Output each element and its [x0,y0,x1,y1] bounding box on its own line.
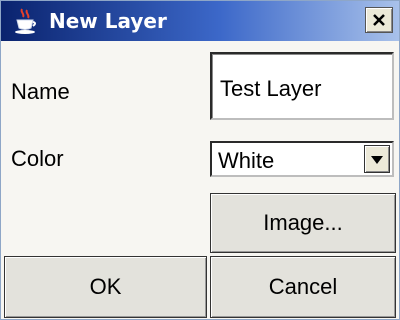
cancel-button-label: Cancel [268,274,338,299]
name-label: Name [11,79,70,104]
image-button[interactable]: Image... [210,193,396,253]
name-field[interactable] [210,52,394,120]
ok-button-label: OK [89,274,122,299]
window-title: New Layer [49,9,167,33]
color-select-value: White [218,148,275,173]
color-label: Color [11,146,64,171]
new-layer-dialog: New Layer Name Color White Image... OK C… [0,0,400,320]
java-cup-icon [11,7,39,35]
image-button-label: Image... [263,210,343,235]
close-icon [373,14,385,26]
chevron-down-icon [371,156,383,164]
close-button[interactable] [365,7,393,33]
ok-button[interactable]: OK [4,256,207,318]
color-select[interactable]: White [210,141,394,177]
color-dropdown-button[interactable] [364,145,390,173]
cancel-button[interactable]: Cancel [210,256,396,318]
title-bar[interactable]: New Layer [1,1,399,41]
